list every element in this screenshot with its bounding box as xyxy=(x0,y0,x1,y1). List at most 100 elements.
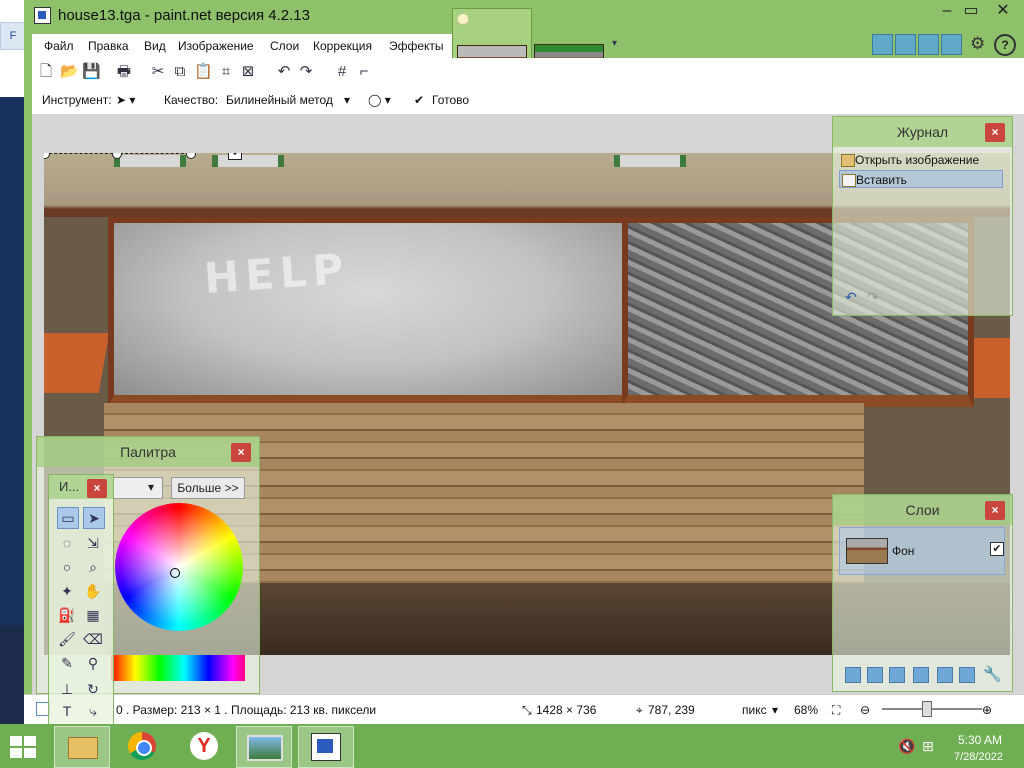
history-close-button[interactable]: × xyxy=(985,123,1005,142)
selection-mode-icon[interactable]: ◯ ▾ xyxy=(368,93,391,107)
checkmark-icon[interactable]: ✔ xyxy=(414,93,424,107)
redo-icon[interactable]: ↷ xyxy=(867,289,879,306)
merge-layer-icon[interactable] xyxy=(913,667,929,683)
cut-icon[interactable]: ✂ xyxy=(150,64,166,80)
zoom-in-icon[interactable]: ⊕ xyxy=(982,703,992,717)
crop-icon[interactable]: ⌗ xyxy=(218,64,234,80)
tools-close-button[interactable]: × xyxy=(87,479,107,498)
paintbrush-tool-icon[interactable]: 🖌 xyxy=(57,629,77,649)
palette-close-button[interactable]: × xyxy=(231,443,251,462)
windows-start-icon[interactable] xyxy=(10,736,36,758)
clone-stamp-tool-icon[interactable]: ⊥ xyxy=(57,679,77,699)
add-layer-icon[interactable] xyxy=(845,667,861,683)
menu-adjustments[interactable]: Коррекция xyxy=(313,39,372,53)
menu-image[interactable]: Изображение xyxy=(178,39,254,53)
history-window-toggle-icon[interactable] xyxy=(895,34,916,55)
text-tool-icon[interactable]: T xyxy=(57,701,77,721)
paintnet-taskbar-icon[interactable] xyxy=(298,726,354,768)
speaker-muted-icon[interactable]: 🔇 xyxy=(898,738,915,755)
line-tool-icon[interactable]: ⤷ xyxy=(83,701,103,721)
delete-layer-icon[interactable] xyxy=(867,667,883,683)
selection-outline[interactable] xyxy=(44,153,196,159)
magic-wand-tool-icon[interactable]: ✦ xyxy=(57,581,77,601)
fit-window-icon[interactable]: ⛶ xyxy=(832,703,840,718)
move-selected-tool-icon[interactable]: ⇲ xyxy=(83,533,103,553)
gradient-tool-icon[interactable]: ▦ xyxy=(83,605,103,625)
palette-title[interactable]: Палитра xyxy=(37,437,259,467)
color-wheel-cursor[interactable] xyxy=(170,568,180,578)
zoom-slider[interactable] xyxy=(882,708,982,710)
clock-date[interactable]: 7/28/2022 xyxy=(954,751,1003,763)
deselect-icon[interactable]: ⊠ xyxy=(240,64,256,80)
move-layer-down-icon[interactable] xyxy=(959,667,975,683)
units-dropdown[interactable]: пикс xyxy=(742,703,767,717)
close-button[interactable]: ✕ xyxy=(986,0,1020,24)
open-folder-icon[interactable]: 📂 xyxy=(60,64,79,80)
zoom-value[interactable]: 68% xyxy=(794,703,818,717)
file-explorer-icon[interactable] xyxy=(54,726,110,768)
palette-swatches[interactable] xyxy=(111,655,245,681)
eraser-tool-icon[interactable]: ⌫ xyxy=(83,629,103,649)
print-icon[interactable]: 🖶 xyxy=(116,64,132,80)
save-icon[interactable]: 💾 xyxy=(82,64,101,80)
more-button[interactable]: Больше >> xyxy=(171,477,245,499)
clock-time[interactable]: 5:30 AM xyxy=(958,733,1002,747)
move-selection-tool-icon[interactable]: ➤ ▾ xyxy=(116,93,135,107)
duplicate-layer-icon[interactable] xyxy=(889,667,905,683)
history-item[interactable]: Открыть изображение xyxy=(839,151,1003,169)
color-picker-tool-icon[interactable]: ⚲ xyxy=(83,653,103,673)
photo-viewer-icon[interactable] xyxy=(236,726,292,768)
lasso-tool-icon[interactable]: ◌ xyxy=(57,533,77,553)
undo-icon[interactable]: ↶ xyxy=(845,289,857,306)
redo-icon[interactable]: ↷ xyxy=(298,64,314,80)
recolor-tool-icon[interactable]: ↻ xyxy=(83,679,103,699)
move-layer-up-icon[interactable] xyxy=(937,667,953,683)
roof-right xyxy=(974,338,1010,398)
paint-bucket-tool-icon[interactable]: ⛽ xyxy=(57,605,77,625)
move-handle-icon[interactable]: ✥ xyxy=(228,153,242,160)
layers-close-button[interactable]: × xyxy=(985,501,1005,520)
menu-file[interactable]: Файл xyxy=(44,39,74,53)
menu-edit[interactable]: Правка xyxy=(88,39,129,53)
quality-dropdown[interactable]: Билинейный метод xyxy=(226,93,333,107)
pencil-tool-icon[interactable]: ✎ xyxy=(57,653,77,673)
tools-window-toggle-icon[interactable] xyxy=(872,34,893,55)
yandex-browser-icon[interactable]: Y xyxy=(178,726,232,766)
layer-row[interactable]: Фон ✔ xyxy=(839,527,1005,575)
zoom-out-icon[interactable]: ⊖ xyxy=(860,703,870,717)
layers-window-toggle-icon[interactable] xyxy=(918,34,939,55)
colors-window-toggle-icon[interactable] xyxy=(941,34,962,55)
done-button[interactable]: Готово xyxy=(432,93,469,107)
copy-icon[interactable]: ⧉ xyxy=(172,64,188,80)
color-wheel[interactable] xyxy=(115,503,243,631)
network-icon[interactable]: ⊞ xyxy=(922,738,934,755)
chevron-down-icon[interactable]: ▾ xyxy=(344,93,350,107)
menu-effects[interactable]: Эффекты xyxy=(389,39,444,53)
new-file-icon[interactable]: 🗋 xyxy=(38,64,54,80)
grid-icon[interactable]: # xyxy=(334,64,350,80)
chevron-down-icon[interactable]: ▾ xyxy=(612,38,617,49)
selection-handle[interactable] xyxy=(44,153,50,159)
chrome-icon[interactable] xyxy=(116,726,170,766)
layer-visibility-checkbox[interactable]: ✔ xyxy=(990,542,1004,556)
chevron-down-icon[interactable]: ▾ xyxy=(772,703,778,717)
zoom-slider-thumb[interactable] xyxy=(922,701,932,717)
undo-icon[interactable]: ↶ xyxy=(276,64,292,80)
history-item[interactable]: Вставить xyxy=(839,170,1003,188)
ruler-icon[interactable]: ⌐ xyxy=(356,64,372,80)
pan-tool-icon[interactable]: ✋ xyxy=(83,581,103,601)
ellipse-select-tool-icon[interactable]: ○ xyxy=(57,557,77,577)
menu-bar: Файл Правка Вид Изображение Слои Коррекц… xyxy=(32,34,452,58)
menu-view[interactable]: Вид xyxy=(144,39,166,53)
move-selection-tool-icon[interactable]: ➤ xyxy=(83,507,105,529)
gear-icon[interactable]: ⚙ xyxy=(970,34,985,54)
background-window-tab[interactable]: F xyxy=(0,22,26,50)
rectangle-select-tool-icon[interactable]: ▭ xyxy=(57,507,79,529)
layer-properties-icon[interactable]: 🔧 xyxy=(983,665,1002,683)
selection-handle[interactable] xyxy=(186,153,196,159)
maximize-button[interactable]: ▭ xyxy=(954,0,988,24)
zoom-tool-icon[interactable]: ⌕ xyxy=(83,557,103,577)
paste-icon[interactable]: 📋 xyxy=(194,64,213,80)
help-icon[interactable]: ? xyxy=(994,34,1016,56)
menu-layers[interactable]: Слои xyxy=(270,39,299,53)
